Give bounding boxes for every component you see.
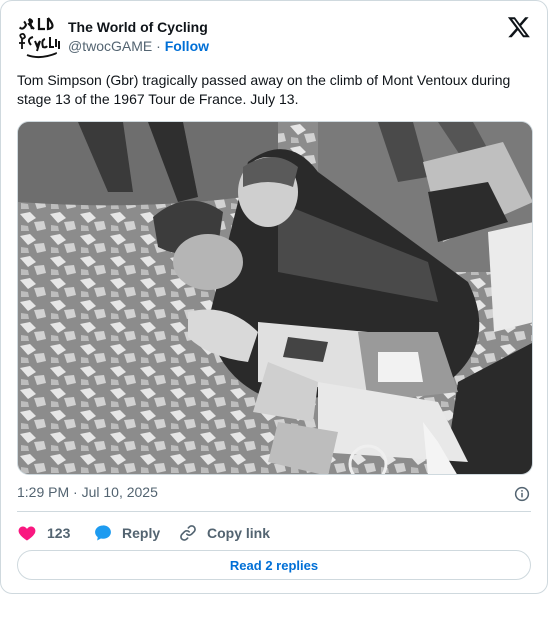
x-logo-icon[interactable] <box>507 15 531 39</box>
world-of-cycling-logo <box>17 15 63 61</box>
post-photo[interactable] <box>17 121 533 475</box>
post-text: Tom Simpson (Gbr) tragically passed away… <box>17 72 511 107</box>
like-count: 123 <box>47 525 71 541</box>
speech-bubble-icon <box>95 525 111 541</box>
account-name[interactable]: The World of Cycling <box>68 19 208 35</box>
embedded-post-card: The World of Cycling @twocGAME · Follow … <box>0 0 548 594</box>
link-icon <box>180 525 196 541</box>
reply-button[interactable]: Reply <box>93 519 160 547</box>
reply-label: Reply <box>122 525 161 541</box>
post-header: The World of Cycling @twocGAME · Follow <box>17 15 531 61</box>
post-actions: 123 Reply Copy link <box>17 519 531 547</box>
handle-separator: · <box>156 38 161 54</box>
info-icon[interactable] <box>513 485 531 503</box>
account-avatar[interactable] <box>17 15 63 61</box>
copy-link-button[interactable]: Copy link <box>178 519 270 547</box>
follow-button[interactable]: Follow <box>165 38 209 54</box>
post-timestamp[interactable]: 1:29 PM · Jul 10, 2025 <box>17 484 158 500</box>
like-button[interactable]: 123 <box>17 519 70 547</box>
copy-link-label: Copy link <box>207 525 271 541</box>
divider <box>17 511 531 512</box>
read-replies-button[interactable]: Read 2 replies <box>17 550 531 580</box>
tom-simpson-photo <box>18 122 532 474</box>
account-handle[interactable]: @twocGAME <box>68 38 152 54</box>
heart-icon <box>18 526 36 541</box>
handle-row: @twocGAME · Follow <box>68 38 209 54</box>
